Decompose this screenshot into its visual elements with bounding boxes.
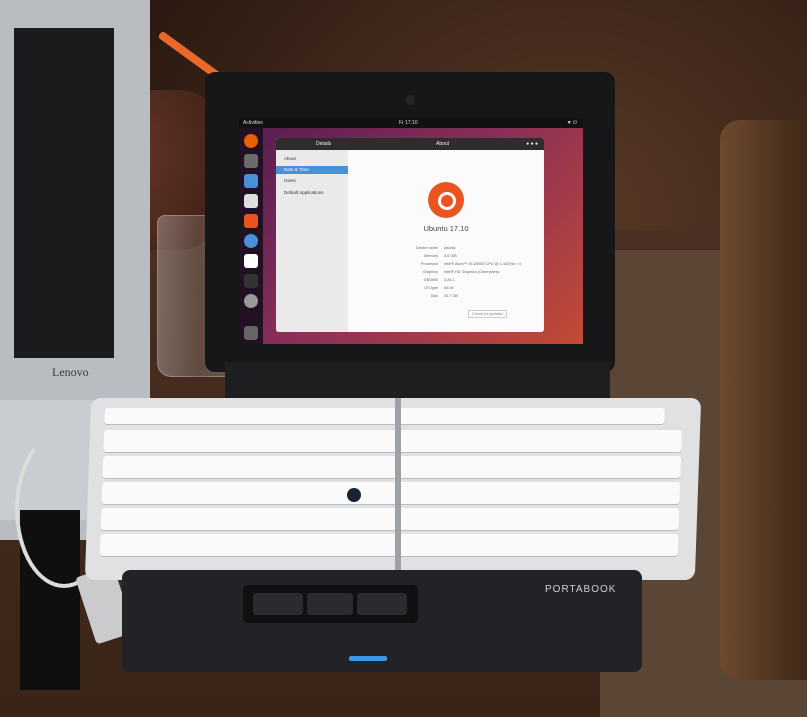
webcam [405, 95, 415, 105]
lenovo-screen [14, 28, 114, 358]
sidebar-item-date-time[interactable]: Date & Time [276, 166, 348, 174]
music-icon[interactable] [244, 174, 258, 188]
software-icon[interactable] [244, 214, 258, 228]
settings-window: Details About ● ● ● About Date & Time Us… [276, 138, 544, 332]
check-updates-button[interactable]: Check for updates [468, 310, 507, 318]
ubuntu-wallpaper: Details About ● ● ● About Date & Time Us… [263, 128, 583, 344]
home-key-row [101, 482, 681, 504]
terminal-icon[interactable] [244, 274, 258, 288]
white-keyboard [84, 398, 702, 580]
laptop-hinge [225, 362, 610, 402]
lenovo-logo: Lenovo [52, 365, 89, 379]
system-tray[interactable]: ▼ ⏻ [567, 118, 577, 128]
function-key-row [104, 408, 665, 424]
window-title: Details [316, 141, 332, 147]
right-chair [720, 120, 807, 680]
number-key-row [103, 430, 683, 452]
detail-row: GNOME 3.26.1 [423, 278, 455, 282]
ubuntu-logo-ring [438, 192, 456, 210]
middle-mouse-button[interactable] [307, 593, 353, 615]
power-led [349, 656, 387, 661]
os-version: Ubuntu 17.10 [423, 224, 469, 233]
documents-icon[interactable] [244, 194, 258, 208]
detail-row: Graphics Intel® HD Graphics (Cherryview) [422, 270, 500, 274]
right-mouse-button[interactable] [357, 593, 407, 615]
settings-sidebar: About Date & Time Users Default Applicat… [276, 150, 348, 332]
about-title: About [436, 141, 450, 147]
left-mouse-button[interactable] [253, 593, 303, 615]
photo-scene: Lenovo Details About ● ● ● About Date & … [0, 0, 807, 717]
window-controls[interactable]: ● ● ● [526, 138, 538, 150]
window-titlebar: Details About ● ● ● [276, 138, 544, 150]
clock[interactable]: Fr 17:10 [399, 118, 418, 128]
firefox-icon[interactable] [244, 134, 258, 148]
about-panel: Ubuntu 17.10 Device name ubuntu Memory 3.6… [348, 150, 544, 332]
sidebar-item-users[interactable]: Users [284, 178, 296, 183]
portabook-logo: PORTABOOK [545, 584, 617, 595]
detail-row: OS type 64-bit [424, 286, 454, 290]
sidebar-item-default-applications[interactable]: Default Applications [284, 190, 324, 195]
sidebar-item-about[interactable]: About [284, 156, 296, 161]
mouse-button-cluster [243, 585, 418, 623]
settings-icon[interactable] [244, 294, 258, 308]
detail-row: Processor Intel® Atom™ x5-Z8350 CPU @ 1.4… [420, 262, 522, 266]
shift-key-row [100, 508, 680, 530]
help-icon[interactable] [244, 234, 258, 248]
trackpoint[interactable] [347, 488, 361, 502]
detail-row: Disk 30.7 GB [430, 294, 458, 298]
detail-row: Device name ubuntu [415, 246, 456, 250]
activities-button[interactable]: Activities [243, 118, 263, 128]
files-icon[interactable] [244, 154, 258, 168]
laptop-screen: Details About ● ● ● About Date & Time Us… [239, 118, 583, 344]
qwerty-key-row [102, 456, 682, 478]
keyboard-split [395, 398, 401, 580]
gnome-topbar: Activities Fr 17:10 ▼ ⏻ [239, 118, 583, 128]
amazon-icon[interactable] [244, 254, 258, 268]
detail-row: Memory 3.6 GiB [424, 254, 457, 258]
app-grid-icon[interactable] [244, 326, 258, 340]
ubuntu-dock [239, 128, 263, 344]
bottom-key-row [99, 534, 679, 556]
